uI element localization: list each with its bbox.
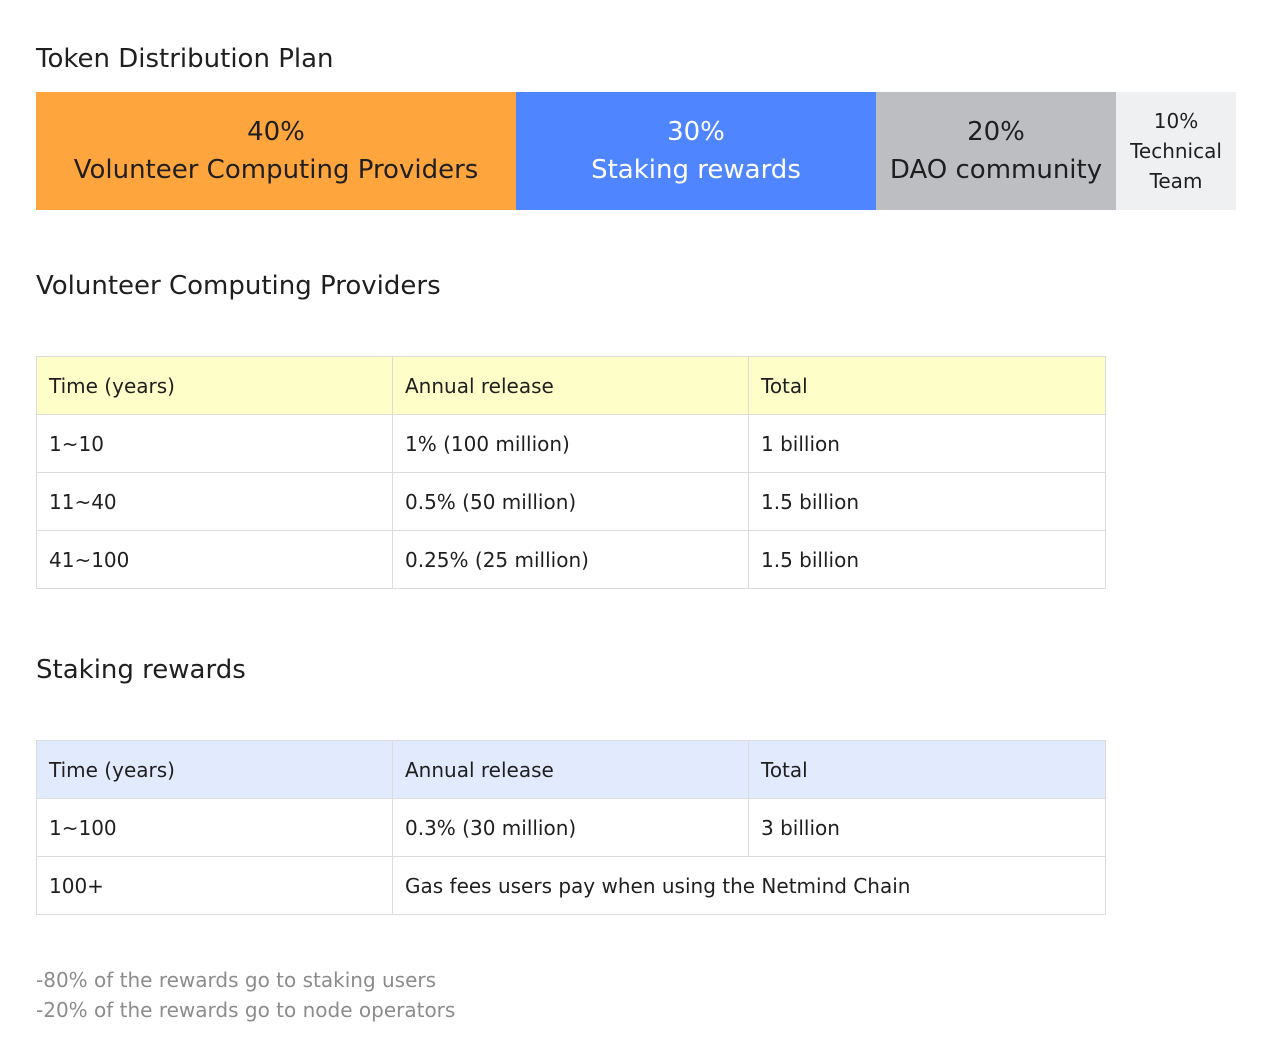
segment-label: DAO community xyxy=(889,155,1103,185)
segment-percent: 40% xyxy=(247,117,305,147)
cell-total: 1 billion xyxy=(748,414,1106,473)
cell-time: 11~40 xyxy=(36,472,393,531)
cell-time: 1~100 xyxy=(36,798,393,857)
staking-table: Time (years) Annual release Total 1~100 … xyxy=(36,740,1106,915)
header-cell-annual-release: Annual release xyxy=(392,356,749,415)
distribution-bar: 40% Volunteer Computing Providers 30% St… xyxy=(36,92,1236,210)
table-row: 1~10 1% (100 million) 1 billion xyxy=(36,414,1106,473)
cell-annual-release: 0.5% (50 million) xyxy=(392,472,749,531)
footnote-node-operators: -20% of the rewards go to node operators xyxy=(36,998,456,1022)
header-cell-time: Time (years) xyxy=(36,740,393,799)
section-title-volunteer: Volunteer Computing Providers xyxy=(36,271,441,301)
header-cell-annual-release: Annual release xyxy=(392,740,749,799)
footnotes: -80% of the rewards go to staking users … xyxy=(36,965,455,1025)
segment-percent: 30% xyxy=(667,117,725,147)
cell-time: 100+ xyxy=(36,856,393,915)
table-row: 41~100 0.25% (25 million) 1.5 billion xyxy=(36,530,1106,589)
table-header-row: Time (years) Annual release Total xyxy=(36,740,1106,799)
cell-annual-release: 0.3% (30 million) xyxy=(392,798,749,857)
cell-description: Gas fees users pay when using the Netmin… xyxy=(392,856,1106,915)
table-header-row: Time (years) Annual release Total xyxy=(36,356,1106,415)
table-row: 100+ Gas fees users pay when using the N… xyxy=(36,856,1106,915)
header-cell-time: Time (years) xyxy=(36,356,393,415)
cell-annual-release: 0.25% (25 million) xyxy=(392,530,749,589)
cell-time: 1~10 xyxy=(36,414,393,473)
table-row: 11~40 0.5% (50 million) 1.5 billion xyxy=(36,472,1106,531)
segment-technical-team: 10% Technical Team xyxy=(1116,92,1236,210)
segment-percent: 20% xyxy=(967,117,1025,147)
table-row: 1~100 0.3% (30 million) 3 billion xyxy=(36,798,1106,857)
cell-time: 41~100 xyxy=(36,530,393,589)
header-cell-total: Total xyxy=(748,356,1106,415)
volunteer-table: Time (years) Annual release Total 1~10 1… xyxy=(36,356,1106,589)
segment-percent: 10% xyxy=(1153,109,1199,133)
segment-dao-community: 20% DAO community xyxy=(876,92,1116,210)
segment-staking-rewards: 30% Staking rewards xyxy=(516,92,876,210)
cell-total: 3 billion xyxy=(748,798,1106,857)
segment-label: Volunteer Computing Providers xyxy=(73,155,479,185)
segment-label: Staking rewards xyxy=(591,155,801,185)
segment-label: Technical Team xyxy=(1130,139,1222,193)
segment-volunteer-computing: 40% Volunteer Computing Providers xyxy=(36,92,516,210)
page-title: Token Distribution Plan xyxy=(36,44,334,74)
cell-annual-release: 1% (100 million) xyxy=(392,414,749,473)
section-title-staking: Staking rewards xyxy=(36,655,246,685)
footnote-staking-users: -80% of the rewards go to staking users xyxy=(36,968,437,992)
header-cell-total: Total xyxy=(748,740,1106,799)
cell-total: 1.5 billion xyxy=(748,472,1106,531)
cell-total: 1.5 billion xyxy=(748,530,1106,589)
